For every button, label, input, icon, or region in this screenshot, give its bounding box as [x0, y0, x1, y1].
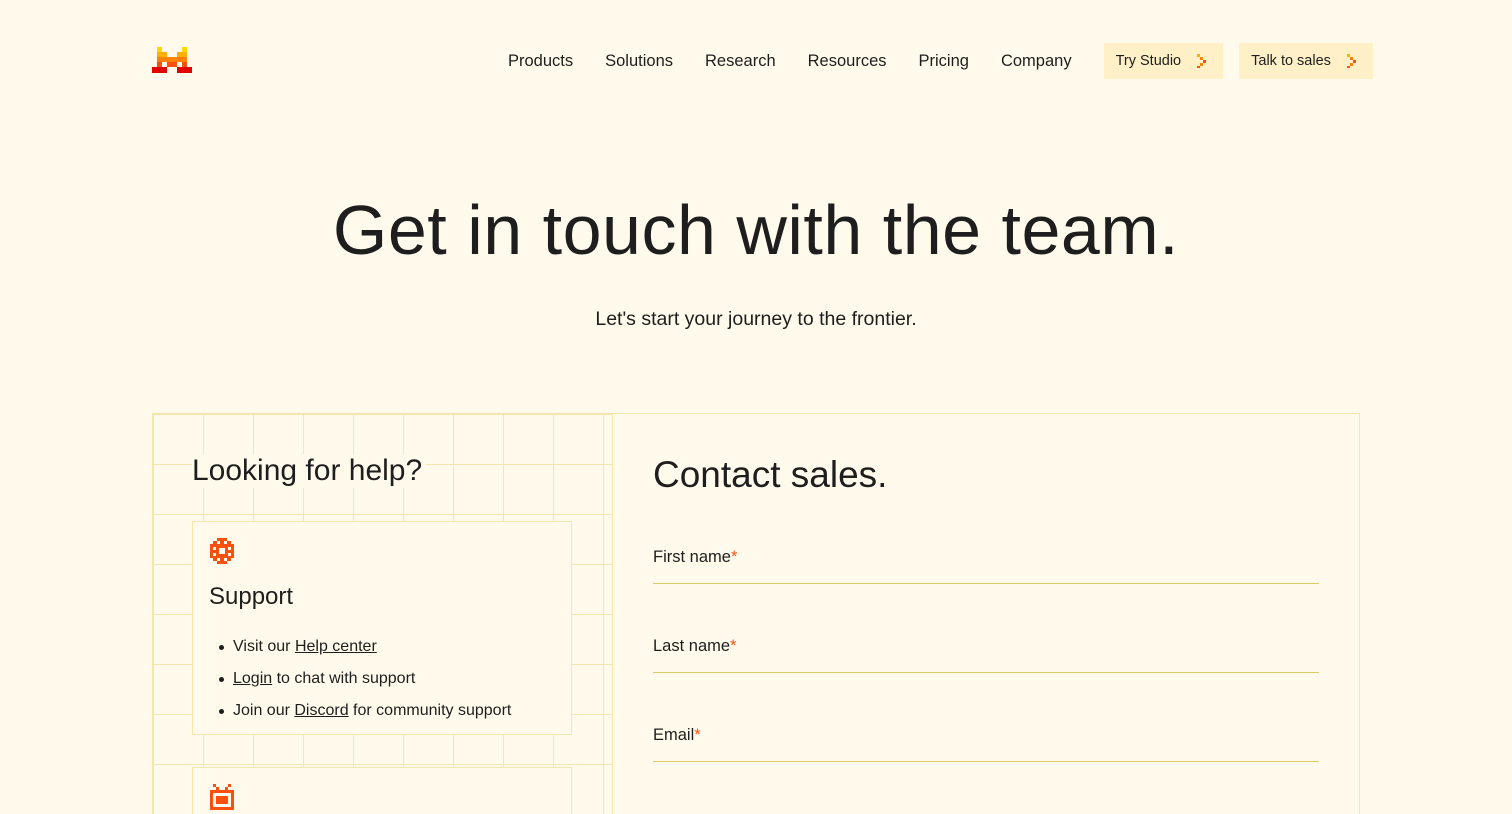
list-item-text: to chat with support	[272, 670, 416, 687]
try-studio-button[interactable]: Try Studio	[1103, 43, 1224, 79]
support-card: Support Visit our Help center Login to c…	[192, 521, 572, 735]
nav-products[interactable]: Products	[508, 43, 573, 79]
robot-icon	[210, 784, 234, 810]
list-item-text: Join our	[233, 702, 295, 719]
list-item-text: for community support	[348, 702, 512, 719]
last-name-field[interactable]: Last name*	[653, 637, 1319, 673]
support-links-list: Visit our Help center Login to chat with…	[209, 631, 511, 727]
arrow-right-icon	[1346, 54, 1356, 68]
nav-resources[interactable]: Resources	[808, 43, 887, 79]
last-name-input[interactable]	[653, 637, 1319, 672]
second-help-card	[192, 767, 572, 814]
list-item: Join our Discord for community support	[209, 695, 511, 727]
list-item-text: Visit our	[233, 638, 295, 655]
email-field[interactable]: Email*	[653, 726, 1319, 762]
talk-to-sales-label: Talk to sales	[1251, 53, 1331, 69]
login-link[interactable]: Login	[233, 663, 272, 695]
contact-title: Contact sales.	[653, 454, 888, 495]
help-center-link[interactable]: Help center	[295, 631, 377, 663]
help-title: Looking for help?	[192, 454, 427, 488]
talk-to-sales-button[interactable]: Talk to sales	[1239, 43, 1373, 79]
discord-link[interactable]: Discord	[294, 695, 348, 727]
list-item: Login to chat with support	[209, 663, 511, 695]
main-nav: Products Solutions Research Resources Pr…	[508, 43, 1373, 79]
first-name-input[interactable]	[653, 548, 1319, 583]
nav-company[interactable]: Company	[1001, 43, 1072, 79]
first-name-field[interactable]: First name*	[653, 548, 1319, 584]
try-studio-label: Try Studio	[1115, 53, 1182, 69]
panel-divider	[603, 413, 604, 814]
brand-logo[interactable]	[152, 47, 192, 75]
nav-research[interactable]: Research	[705, 43, 776, 79]
email-input[interactable]	[653, 726, 1319, 761]
list-item: Visit our Help center	[209, 631, 511, 663]
lifebuoy-icon	[210, 538, 234, 564]
nav-pricing[interactable]: Pricing	[919, 43, 969, 79]
page-title: Get in touch with the team.	[332, 191, 1180, 269]
page-subtitle: Let's start your journey to the frontier…	[595, 308, 917, 330]
nav-solutions[interactable]: Solutions	[605, 43, 673, 79]
support-card-title: Support	[209, 583, 294, 610]
arrow-right-icon	[1197, 54, 1207, 68]
